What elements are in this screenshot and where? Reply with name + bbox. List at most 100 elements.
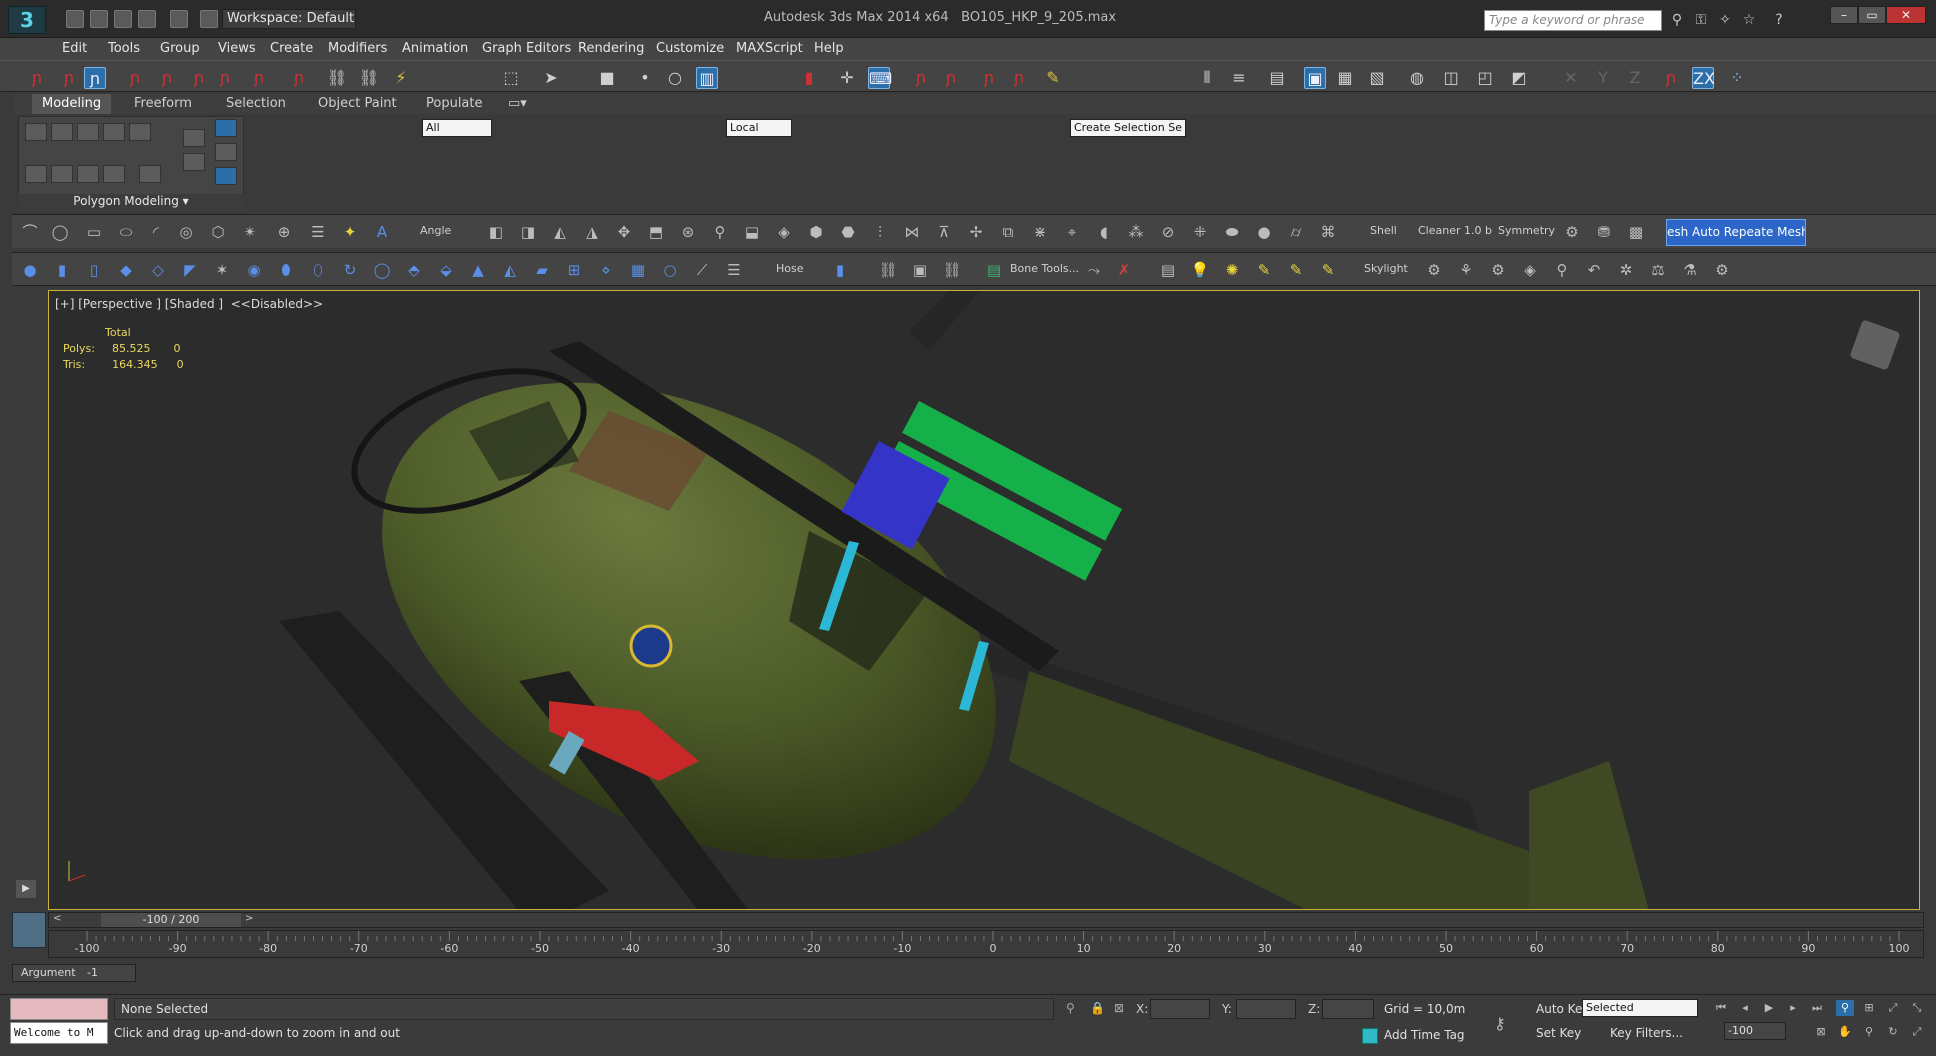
scale-icon[interactable]: ▥ xyxy=(696,67,718,89)
tab-modeling[interactable]: Modeling xyxy=(32,94,112,114)
ik-icon[interactable]: ⤳ xyxy=(1084,260,1104,280)
modifier-11-icon[interactable]: ⬢ xyxy=(806,222,826,242)
vertex-mode-icon[interactable] xyxy=(25,123,47,141)
angle-label[interactable]: Angle xyxy=(420,224,451,237)
capsule-alt-icon[interactable]: ▮ xyxy=(830,260,850,280)
pyramid-icon[interactable]: ⬘ xyxy=(404,260,424,280)
bind-space-warp-icon[interactable]: ɲ xyxy=(84,67,106,89)
cone-icon[interactable]: ▲ xyxy=(468,260,488,280)
snap-points-icon[interactable]: ⁘ xyxy=(1726,67,1748,89)
menu-modifiers[interactable]: Modifiers xyxy=(328,41,387,56)
helper-6-icon[interactable]: ↶ xyxy=(1584,260,1604,280)
viewport-label[interactable]: [+] [Perspective ] [Shaded ] <<Disabled>… xyxy=(55,297,323,311)
modifier-19-icon[interactable]: ⌖ xyxy=(1062,222,1082,242)
modifier-23-icon[interactable]: ⁜ xyxy=(1190,222,1210,242)
checker-icon[interactable]: ▩ xyxy=(1626,222,1646,242)
helix-tool-icon[interactable]: ⊕ xyxy=(274,222,294,242)
modifier-8-icon[interactable]: ⚲ xyxy=(710,222,730,242)
set-key-button[interactable]: Set Key xyxy=(1536,1026,1581,1040)
material-editor-icon[interactable]: ◫ xyxy=(1440,67,1462,89)
current-frame-field[interactable]: -100 xyxy=(1724,1022,1786,1040)
plugin-1-icon[interactable]: ⚙ xyxy=(1562,222,1582,242)
render-frame-icon[interactable]: ◩ xyxy=(1508,67,1530,89)
z-coordinate-field[interactable] xyxy=(1322,999,1374,1019)
isolate-icon[interactable]: ⚲ xyxy=(1066,1001,1075,1015)
ribbon-side-2-icon[interactable] xyxy=(183,153,205,171)
ring-icon[interactable]: ○ xyxy=(660,260,680,280)
keyboard-shortcut-icon[interactable]: ⌨ xyxy=(868,67,892,89)
search-input[interactable]: Type a keyword or phrase xyxy=(1484,10,1662,31)
menu-customize[interactable]: Customize xyxy=(656,41,724,56)
menu-rendering[interactable]: Rendering xyxy=(578,41,644,56)
extrude-icon[interactable]: ⟋ xyxy=(692,260,712,280)
helper-4-icon[interactable]: ◈ xyxy=(1520,260,1540,280)
modifier-10-icon[interactable]: ◈ xyxy=(774,222,794,242)
zx-constraint-icon[interactable]: ZX xyxy=(1692,67,1715,89)
play-icon[interactable]: ▶ xyxy=(1760,1000,1778,1016)
modifier-4-icon[interactable]: ◮ xyxy=(582,222,602,242)
track-bar[interactable]: -100 -90 -80 -70 -60 -50 -40 -30 -20 -10 0 10 20 30 40… xyxy=(48,930,1924,958)
binoculars-icon[interactable]: ⚲ xyxy=(1668,11,1686,29)
bone-edit-icon[interactable]: ▣ xyxy=(910,260,930,280)
modifier-15-icon[interactable]: ⊼ xyxy=(934,222,954,242)
time-slider-thumb[interactable]: -100 / 200 xyxy=(101,913,241,927)
star-tool-icon[interactable]: ✴ xyxy=(240,222,260,242)
maximize-button[interactable]: ▭ xyxy=(1858,6,1886,24)
paint-tool-icon[interactable]: ✦ xyxy=(340,222,360,242)
circle-tool-icon[interactable]: ◯ xyxy=(50,222,70,242)
go-to-start-icon[interactable]: ⏮ xyxy=(1712,1000,1730,1016)
modifier-22-icon[interactable]: ⊘ xyxy=(1158,222,1178,242)
redo-icon[interactable] xyxy=(170,10,188,28)
modifier-26-icon[interactable]: ⌭ xyxy=(1286,222,1306,242)
modifier-1-icon[interactable]: ◧ xyxy=(486,222,506,242)
bone-link-icon[interactable]: ⛓ xyxy=(942,260,962,280)
modifier-20-icon[interactable]: ◖ xyxy=(1094,222,1114,242)
snap-spinner-icon[interactable]: ɲ xyxy=(214,67,236,89)
modifier-2-icon[interactable]: ◨ xyxy=(518,222,538,242)
zoom-all-icon[interactable]: ⊞ xyxy=(1860,1000,1878,1016)
prism-icon[interactable]: ⬙ xyxy=(436,260,456,280)
menu-tools[interactable]: Tools xyxy=(108,41,140,56)
zoom-extents-icon[interactable]: ⤢ xyxy=(1884,1000,1902,1016)
capsule-icon[interactable]: ⬯ xyxy=(308,260,328,280)
helper-10-icon[interactable]: ⚙ xyxy=(1712,260,1732,280)
line-tool-icon[interactable]: ⌒ xyxy=(20,222,40,242)
rect-select-icon[interactable]: ■ xyxy=(596,67,618,89)
ribbon-tool-1-icon[interactable] xyxy=(25,165,47,183)
next-frame-icon[interactable]: ▸ xyxy=(1784,1000,1802,1016)
cleaner-label[interactable]: Cleaner 1.0 b xyxy=(1418,224,1492,237)
absolute-mode-icon[interactable]: ⊠ xyxy=(1114,1001,1124,1015)
lock-icon[interactable]: 🔒 xyxy=(1090,1001,1105,1015)
helper-3-icon[interactable]: ⚙ xyxy=(1488,260,1508,280)
render-setup-icon[interactable]: ◰ xyxy=(1474,67,1496,89)
angle-snap-icon[interactable]: ɲ xyxy=(940,67,962,89)
tab-populate[interactable]: Populate xyxy=(416,94,493,114)
modifier-25-icon[interactable]: ● xyxy=(1254,222,1274,242)
section-tool-icon[interactable]: ☰ xyxy=(308,222,328,242)
arc-tool-icon[interactable]: ◜ xyxy=(146,222,166,242)
menu-help[interactable]: Help xyxy=(814,41,844,56)
helper-2-icon[interactable]: ⚘ xyxy=(1456,260,1476,280)
bone-tools-label[interactable]: Bone Tools... xyxy=(1010,262,1079,275)
align-icon[interactable]: ≡ xyxy=(1228,67,1250,89)
go-to-end-icon[interactable]: ⏭ xyxy=(1808,1000,1826,1016)
selection-filter-dropdown[interactable]: All xyxy=(422,119,492,137)
hose-label[interactable]: Hose xyxy=(776,262,804,275)
grid-object-icon[interactable]: ⊞ xyxy=(564,260,584,280)
edit-named-sel-icon[interactable]: ɲ xyxy=(248,67,270,89)
project-folder-icon[interactable] xyxy=(200,10,218,28)
oiltank-icon[interactable]: ▰ xyxy=(532,260,552,280)
save-file-icon[interactable] xyxy=(114,10,132,28)
donut-tool-icon[interactable]: ◎ xyxy=(176,222,196,242)
close-button[interactable]: ✕ xyxy=(1886,6,1926,24)
polygon-mode-icon[interactable] xyxy=(103,123,125,141)
slider-prev-icon[interactable]: < xyxy=(53,913,61,924)
ik-solver-icon[interactable]: ✗ xyxy=(1114,260,1134,280)
helper-1-icon[interactable]: ⚙ xyxy=(1424,260,1444,280)
maxscript-listener-mini[interactable] xyxy=(10,998,108,1020)
snaps-toggle-icon[interactable]: ɲ xyxy=(910,67,932,89)
prev-frame-icon[interactable]: ◂ xyxy=(1736,1000,1754,1016)
modifier-21-icon[interactable]: ⁂ xyxy=(1126,222,1146,242)
ngon-tool-icon[interactable]: ⬡ xyxy=(208,222,228,242)
snap-percent-icon[interactable]: ɲ xyxy=(188,67,210,89)
